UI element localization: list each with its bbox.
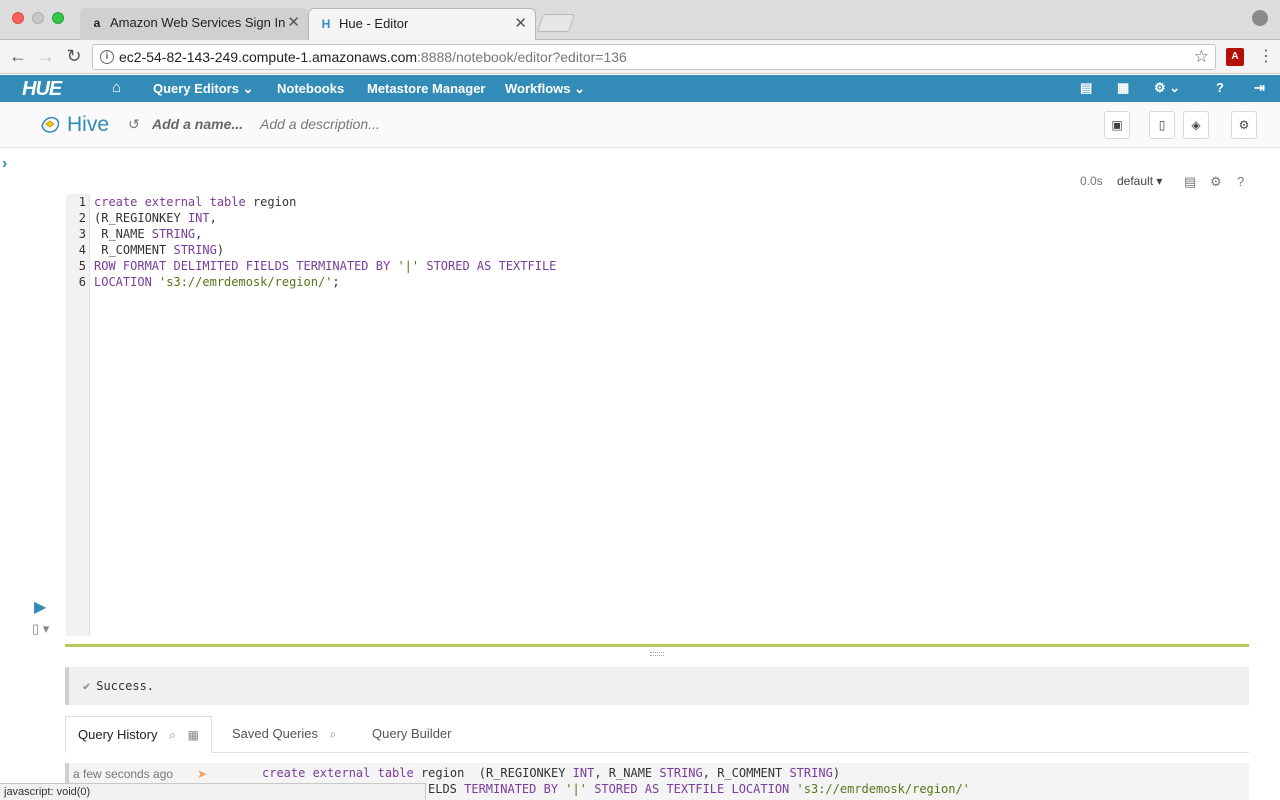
code-line: LOCATION 's3://emrdemosk/region/'; — [94, 275, 340, 289]
history-query-line: ELDS TERMINATED BY '|' STORED AS TEXTFIL… — [428, 782, 970, 796]
tags-button[interactable]: ◈ — [1183, 111, 1209, 139]
bookmark-star-icon[interactable]: ☆ — [1194, 45, 1209, 69]
line-number: 3 — [78, 227, 86, 241]
amazon-icon: a — [93, 16, 101, 30]
browser-toolbar: ← → ↻ i ec2-54-82-143-249.compute-1.amaz… — [0, 40, 1280, 74]
hue-navbar: HUE ⌂ Query Editors ⌄ Notebooks Metastor… — [0, 75, 1280, 102]
line-number: 5 — [78, 259, 86, 273]
chevron-down-icon: ⌄ — [574, 81, 586, 96]
history-icon[interactable]: ↺ — [128, 116, 140, 133]
close-window-button[interactable] — [12, 12, 24, 24]
forward-icon[interactable]: → — [36, 46, 56, 66]
tab-query-builder[interactable]: Query Builder — [360, 716, 463, 753]
table-icon[interactable]: ▦ — [1117, 80, 1129, 96]
snippet-help-icon[interactable]: ? — [1237, 174, 1244, 189]
code-line: R_NAME STRING, — [94, 227, 203, 241]
save-button[interactable]: ▣ — [1104, 111, 1130, 139]
reload-icon[interactable]: ↻ — [64, 46, 84, 66]
line-number: 1 — [78, 195, 86, 209]
history-run-icon: ➤ — [197, 767, 208, 781]
link-status-bubble: javascript: void(0) — [0, 783, 426, 800]
info-icon[interactable]: i — [100, 50, 114, 64]
editor-title: Hive — [67, 113, 110, 136]
database-select[interactable]: default ▾ — [1117, 174, 1162, 188]
search-icon[interactable]: ⌕ — [330, 727, 337, 741]
browser-tab-strip: a Amazon Web Services Sign In ✕ H Hue - … — [0, 0, 1280, 40]
back-icon[interactable]: ← — [8, 46, 28, 66]
tab-title: Amazon Web Services Sign In — [110, 15, 286, 30]
tab-query-history[interactable]: Query History ⌕ ▦ — [65, 716, 212, 753]
nav-workflows[interactable]: Workflows ⌄ — [505, 81, 585, 97]
code-line: create external table region — [94, 195, 297, 209]
code-line: (R_REGIONKEY INT, — [94, 211, 217, 225]
database-value: default — [1117, 174, 1154, 188]
hue-logo[interactable]: HUE — [22, 78, 62, 101]
tab-label: Query History — [78, 727, 158, 742]
browser-tab-hue[interactable]: H Hue - Editor ✕ — [308, 8, 536, 40]
assist-book-icon[interactable]: ▯ ▾ — [32, 621, 49, 637]
expand-panel-chevron-icon[interactable]: › — [2, 155, 7, 173]
settings-button[interactable]: ⚙ — [1231, 111, 1257, 139]
nav-metastore-manager[interactable]: Metastore Manager — [367, 81, 485, 96]
url-host: ec2-54-82-143-249.compute-1.amazonaws.co… — [119, 49, 418, 65]
cogs-icon[interactable]: ⚙ ⌄ — [1154, 80, 1180, 96]
close-tab-icon[interactable]: ✕ — [514, 9, 527, 39]
sql-code-editor[interactable]: create external table region (R_REGIONKEY… — [94, 194, 556, 290]
sign-out-icon[interactable]: ⇥ — [1254, 80, 1265, 96]
history-query-line: create external table region (R_REGIONKE… — [262, 766, 841, 780]
help-icon[interactable]: ? — [1216, 80, 1224, 95]
pdf-extension-icon[interactable]: A — [1226, 48, 1244, 66]
execution-time: 0.0s — [1080, 174, 1103, 188]
tab-label: Saved Queries — [232, 726, 318, 741]
calendar-icon[interactable]: ▦ — [187, 728, 198, 742]
results-tabs: Query History ⌕ ▦ Saved Queries ⌕ Query … — [65, 716, 1249, 753]
code-line: ROW FORMAT DELIMITED FIELDS TERMINATED B… — [94, 259, 557, 273]
resize-grip-icon[interactable] — [650, 652, 664, 656]
editor-results-resizer[interactable] — [65, 644, 1249, 647]
maximize-window-button[interactable] — [52, 12, 64, 24]
editor-header: Hive ↺ Add a name... Add a description..… — [0, 102, 1280, 148]
tab-title: Hue - Editor — [339, 16, 409, 31]
url-path: :8888/notebook/editor?editor=136 — [417, 49, 627, 65]
document-icon[interactable]: ▤ — [1080, 80, 1092, 96]
query-description-input[interactable]: Add a description... — [260, 116, 380, 132]
tab-label: Query Builder — [372, 726, 452, 741]
browser-menu-icon[interactable]: ⋮ — [1258, 46, 1274, 66]
browser-tab-aws[interactable]: a Amazon Web Services Sign In ✕ — [80, 8, 308, 40]
nav-query-editors[interactable]: Query Editors ⌄ — [153, 81, 254, 97]
line-number: 4 — [78, 243, 86, 257]
line-number: 2 — [78, 211, 86, 225]
chevron-down-icon: ⌄ — [242, 81, 254, 96]
query-name-input[interactable]: Add a name... — [152, 116, 243, 132]
run-query-button[interactable]: ▶ — [34, 597, 46, 617]
new-tab-button[interactable] — [536, 14, 576, 32]
home-icon[interactable]: ⌂ — [112, 79, 121, 96]
line-number-gutter: 1 2 3 4 5 6 — [66, 194, 90, 636]
minimize-window-button[interactable] — [32, 12, 44, 24]
nav-label: Workflows — [505, 81, 571, 96]
snippet-settings-icon[interactable]: ⚙ — [1210, 174, 1222, 190]
line-number: 6 — [78, 275, 86, 289]
search-icon[interactable]: ⌕ — [169, 728, 176, 742]
close-tab-icon[interactable]: ✕ — [287, 8, 300, 38]
execution-status: ✔ Success. — [65, 667, 1249, 705]
history-timestamp: a few seconds ago — [73, 767, 174, 781]
caret-down-icon: ▾ — [1156, 174, 1163, 188]
address-bar[interactable]: i ec2-54-82-143-249.compute-1.amazonaws.… — [92, 44, 1216, 70]
nav-notebooks[interactable]: Notebooks — [277, 81, 344, 96]
new-document-button[interactable]: ▯ — [1149, 111, 1175, 139]
code-line: R_COMMENT STRING) — [94, 243, 225, 257]
tab-saved-queries[interactable]: Saved Queries ⌕ — [220, 716, 348, 753]
hue-icon: H — [321, 17, 331, 31]
check-icon: ✔ — [83, 679, 91, 693]
hive-logo-icon — [41, 116, 60, 133]
nav-label: Query Editors — [153, 81, 239, 96]
status-text: Success. — [96, 679, 155, 693]
format-document-icon[interactable]: ▤ — [1184, 174, 1196, 190]
profile-icon[interactable] — [1252, 10, 1268, 26]
